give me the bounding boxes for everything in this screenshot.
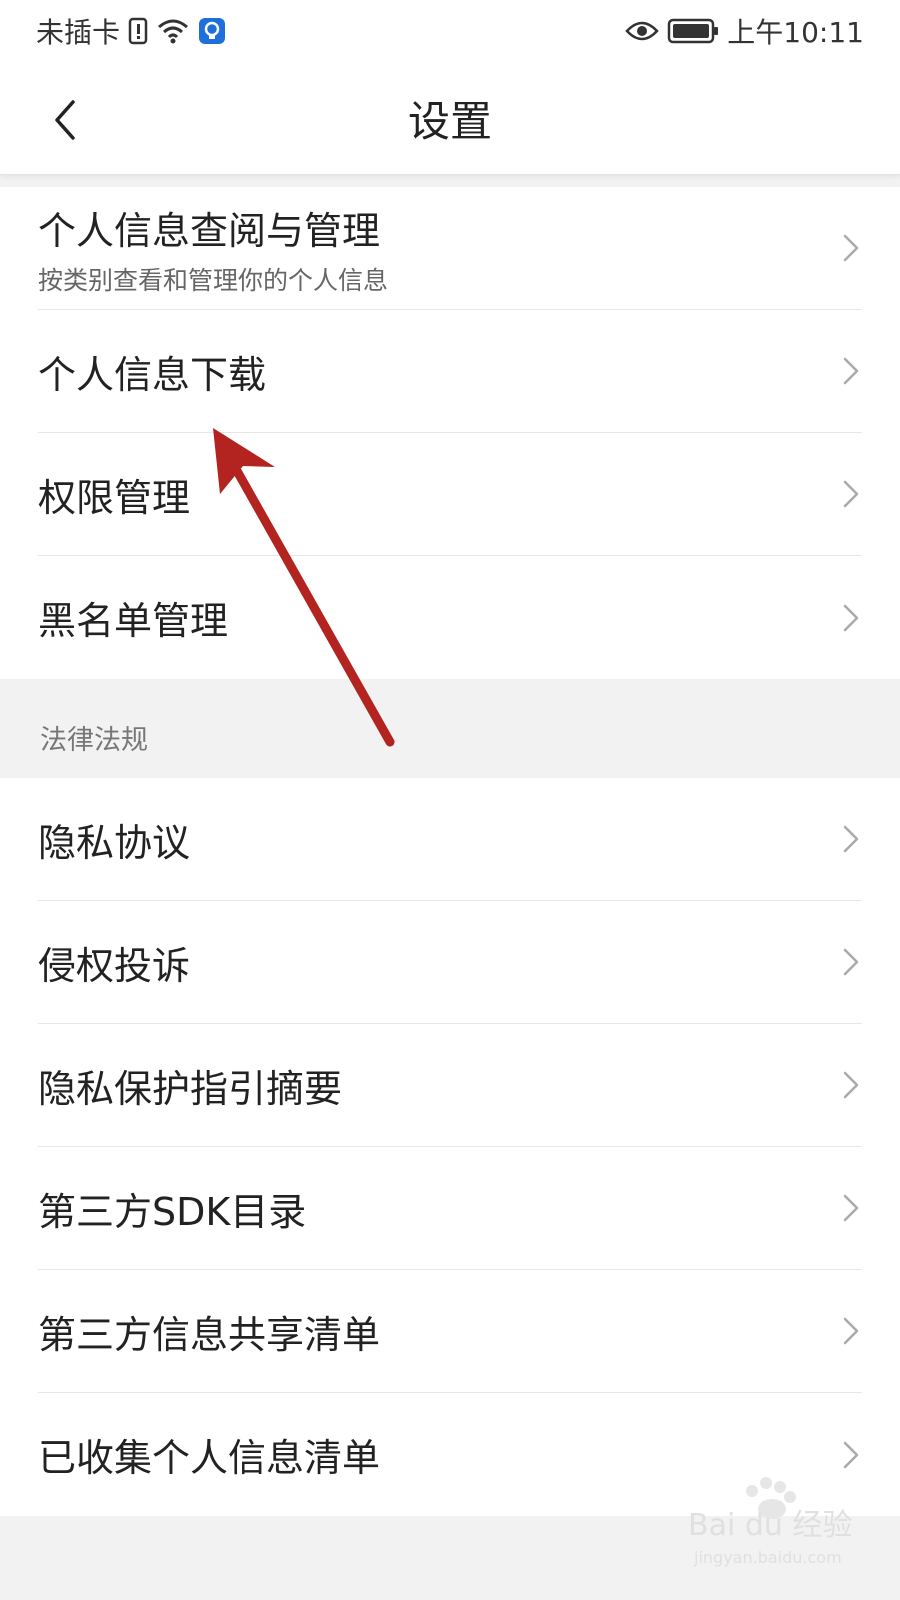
chevron-right-icon xyxy=(843,1194,859,1222)
status-right: 上午10:11 xyxy=(625,11,864,51)
list-item-third-party-sharing[interactable]: 第三方信息共享清单 xyxy=(38,1270,862,1393)
list-item-permission-manage[interactable]: 权限管理 xyxy=(38,433,862,556)
chevron-right-icon xyxy=(843,1071,859,1099)
sim-alert-icon xyxy=(128,17,148,45)
chevron-right-icon xyxy=(843,948,859,976)
carrier-text: 未插卡 xyxy=(36,16,121,49)
bulb-icon xyxy=(198,17,226,45)
list-item-personal-info-manage[interactable]: 个人信息查阅与管理 按类别查看和管理你的个人信息 xyxy=(38,187,862,310)
chevron-right-icon xyxy=(843,480,859,508)
chevron-right-icon xyxy=(843,1317,859,1345)
page-title: 设置 xyxy=(407,97,492,146)
baidu-watermark-logo: Bai du 经验 jingyan.baidu.com xyxy=(688,1477,852,1567)
status-bar: 未插卡 上午10:11 xyxy=(0,0,900,62)
watermark-text: Bai du 经验 xyxy=(688,1508,852,1543)
clock-text: 上午10:11 xyxy=(727,16,864,49)
list-item-label: 黑名单管理 xyxy=(38,599,229,643)
list-item-infringement-complaint[interactable]: 侵权投诉 xyxy=(38,901,862,1024)
section-legal: 隐私协议 侵权投诉 隐私保护指引摘要 第三方SDK目录 第三方信息共享清单 已收… xyxy=(0,778,900,1516)
list-item-privacy-agreement[interactable]: 隐私协议 xyxy=(38,778,862,901)
list-item-label: 隐私保护指引摘要 xyxy=(38,1066,343,1111)
battery-icon xyxy=(667,17,719,45)
status-left: 未插卡 xyxy=(36,11,226,51)
list-item-label: 个人信息查阅与管理 xyxy=(38,208,381,253)
list-item-label: 权限管理 xyxy=(38,475,191,520)
chevron-right-icon xyxy=(843,825,859,853)
section-header-legal: 法律法规 xyxy=(40,725,148,756)
list-item-third-party-sdk[interactable]: 第三方SDK目录 xyxy=(38,1147,862,1270)
list-item-label: 个人信息下载 xyxy=(38,352,267,397)
list-item-blacklist-manage[interactable]: 黑名单管理 xyxy=(38,556,862,679)
list-item-label: 侵权投诉 xyxy=(38,943,191,988)
wifi-icon xyxy=(156,17,190,45)
list-item-personal-info-download[interactable]: 个人信息下载 xyxy=(38,310,862,433)
eye-icon xyxy=(625,19,660,43)
top-bar: 设置 xyxy=(0,62,900,175)
section-privacy: 个人信息查阅与管理 按类别查看和管理你的个人信息 个人信息下载 权限管理 黑名单… xyxy=(0,187,900,679)
watermark-sub-text: jingyan.baidu.com xyxy=(693,1548,842,1567)
list-item-label: 已收集个人信息清单 xyxy=(38,1436,381,1480)
list-item-privacy-guide-summary[interactable]: 隐私保护指引摘要 xyxy=(38,1024,862,1147)
chevron-right-icon xyxy=(843,234,859,262)
list-item-label: 第三方SDK目录 xyxy=(38,1189,307,1234)
list-item-subtitle: 按类别查看和管理你的个人信息 xyxy=(38,265,389,295)
list-item-label: 第三方信息共享清单 xyxy=(38,1312,381,1357)
chevron-right-icon xyxy=(843,604,859,631)
list-item-label: 隐私协议 xyxy=(38,820,191,865)
chevron-right-icon xyxy=(843,357,859,385)
